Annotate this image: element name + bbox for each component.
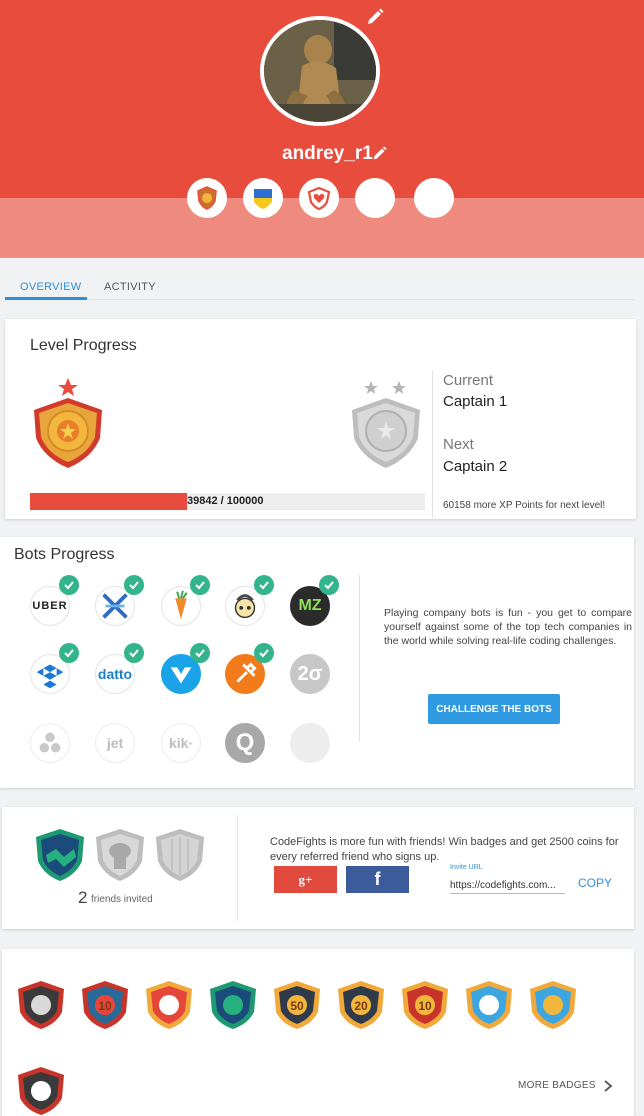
facebook-share-button[interactable]: f [346, 866, 409, 893]
bot-completed-check-icon [59, 643, 79, 663]
friends-badge-3-icon [156, 829, 204, 881]
chevron-right-icon[interactable] [603, 1080, 613, 1092]
ten-badge-icon[interactable]: 10 [400, 980, 450, 1030]
invite-url-input[interactable] [450, 878, 565, 894]
bot-completed-check-icon [124, 643, 144, 663]
edit-name-icon[interactable] [372, 146, 387, 161]
bot-completed-check-icon [59, 575, 79, 595]
bot-label: UBER [32, 600, 68, 612]
bot-item[interactable]: 2σ [290, 654, 330, 694]
next-level-value: Captain 2 [443, 458, 508, 475]
xp-progress-text: 39842 / 100000 [187, 495, 264, 507]
edit-avatar-icon[interactable] [366, 8, 384, 26]
bots-divider [359, 575, 360, 742]
bot-label: 2σ [297, 662, 323, 685]
bot-label: Q [235, 729, 255, 756]
bot-label: MZ [298, 597, 322, 614]
bot-item[interactable]: kik· [161, 723, 201, 763]
next-level-badge-icon [352, 381, 420, 468]
ukraine-flag-icon [254, 189, 272, 209]
star-check-badge-icon[interactable] [528, 980, 578, 1030]
mask-badge-icon[interactable] [16, 980, 66, 1030]
google-plus-share-button[interactable]: g+ [274, 866, 337, 893]
current-level-value: Captain 1 [443, 393, 508, 410]
copy-invite-button[interactable]: COPY [578, 876, 612, 890]
header-badge-ukraine[interactable] [243, 178, 283, 218]
tab-overview[interactable]: OVERVIEW [20, 281, 82, 293]
fifty-badge-icon[interactable]: 50 [272, 980, 322, 1030]
svg-text:10: 10 [98, 999, 112, 1013]
header-badge-heart[interactable] [299, 178, 339, 218]
header-badge-empty-1[interactable] [355, 178, 395, 218]
bot-completed-check-icon [190, 575, 210, 595]
handshake-badge-icon[interactable] [208, 980, 258, 1030]
bot-logo-icon [39, 732, 61, 753]
avatar[interactable] [260, 16, 380, 126]
current-level-label: Current [443, 372, 494, 389]
header-badge-empty-2[interactable] [414, 178, 454, 218]
bot-label: jet [106, 735, 124, 751]
heart-badge-icon [307, 186, 331, 210]
xp-progress-fill [30, 493, 188, 510]
level-divider [432, 370, 433, 518]
bot-completed-check-icon [190, 643, 210, 663]
bots-progress-title: Bots Progress [14, 546, 115, 563]
svg-text:50: 50 [290, 999, 304, 1013]
tab-activity[interactable]: ACTIVITY [104, 281, 156, 293]
bot-label: kik· [168, 735, 194, 751]
bot-item[interactable] [290, 723, 330, 763]
friends-description: CodeFights is more fun with friends! Win… [270, 836, 619, 863]
friends-count: 2 [78, 888, 88, 907]
bot-item[interactable]: Q [225, 723, 265, 763]
username: andrey_r1 [282, 143, 373, 164]
twenty-badge-icon[interactable]: 20 [336, 980, 386, 1030]
active-tab-indicator [5, 297, 87, 300]
header-badge-fire[interactable] [187, 178, 227, 218]
svg-text:10: 10 [418, 999, 432, 1013]
envelope-badge-icon[interactable] [16, 1066, 66, 1116]
bot-item[interactable] [30, 723, 70, 763]
next-level-label: Next [443, 436, 474, 453]
bot-completed-check-icon [254, 575, 274, 595]
ten-record-badge-icon[interactable]: 10 [80, 980, 130, 1030]
xp-remaining-note: 60158 more XP Points for next level! [443, 500, 606, 511]
level-progress-title: Level Progress [30, 337, 137, 354]
bot-completed-check-icon [254, 643, 274, 663]
bot-completed-check-icon [319, 575, 339, 595]
friends-badge-1-icon [36, 829, 84, 881]
challenge-bots-button[interactable]: CHALLENGE THE BOTS [428, 694, 560, 724]
tabs-divider [5, 299, 635, 300]
friends-divider [237, 815, 238, 921]
bot-completed-check-icon [124, 575, 144, 595]
fire-badge-icon [197, 186, 217, 210]
svg-text:20: 20 [354, 999, 368, 1013]
current-level-badge-icon [34, 378, 102, 468]
bot-item[interactable]: jet [95, 723, 135, 763]
friends-badge-2-icon [96, 829, 144, 881]
friends-count-label: friends invited [91, 894, 153, 905]
more-badges-link[interactable]: MORE BADGES [518, 1080, 596, 1091]
bot-label: datto [97, 666, 133, 682]
invite-url-label: Invite URL [450, 864, 483, 871]
bots-description: Playing company bots is fun - you get to… [384, 607, 632, 647]
robot-badge-icon[interactable] [464, 980, 514, 1030]
check-badge-icon[interactable] [144, 980, 194, 1030]
